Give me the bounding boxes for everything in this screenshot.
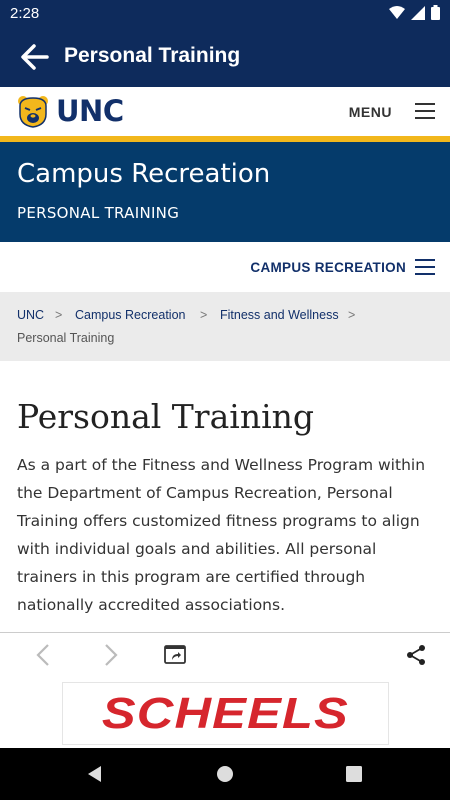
site-header: UNC MENU <box>0 87 450 136</box>
scheels-ad-banner[interactable]: SCHEELS <box>62 682 389 745</box>
ad-text: SCHEELS <box>101 688 350 738</box>
page-heading: Personal Training <box>17 397 314 436</box>
share-icon[interactable] <box>404 643 428 667</box>
android-navigation-bar <box>0 748 450 800</box>
section-nav[interactable]: CAMPUS RECREATION <box>0 242 450 292</box>
browser-forward-icon[interactable] <box>98 643 122 667</box>
section-nav-label[interactable]: CAMPUS RECREATION <box>250 260 406 275</box>
status-icons <box>389 5 440 20</box>
signal-icon <box>411 5 425 20</box>
bear-mascot-icon <box>18 96 48 128</box>
unc-logo[interactable]: UNC <box>16 91 176 131</box>
hamburger-menu-icon[interactable] <box>414 100 436 122</box>
status-time: 2:28 <box>10 5 40 22</box>
status-bar: 2:28 <box>0 0 450 27</box>
breadcrumb-current: Personal Training <box>17 331 115 345</box>
breadcrumb-separator: > <box>55 308 63 322</box>
battery-icon <box>431 5 440 20</box>
breadcrumb-campus-recreation[interactable]: Campus Recreation <box>75 308 185 322</box>
breadcrumb-unc[interactable]: UNC <box>17 308 44 322</box>
logo-text: UNC <box>56 94 124 128</box>
breadcrumb-separator: > <box>200 308 208 322</box>
menu-button-label[interactable]: MENU <box>349 104 392 120</box>
app-bar: Personal Training <box>0 27 450 87</box>
section-menu-icon[interactable] <box>414 256 436 278</box>
hero-subtitle: PERSONAL TRAINING <box>17 204 180 222</box>
breadcrumb-separator: > <box>348 308 356 322</box>
ad-area: SCHEELS <box>0 677 450 748</box>
breadcrumb-fitness-wellness[interactable]: Fitness and Wellness <box>220 308 339 322</box>
wifi-icon <box>389 5 405 19</box>
browser-toolbar <box>0 632 450 679</box>
back-arrow-icon[interactable] <box>20 43 50 71</box>
main-content: Personal Training As a part of the Fitne… <box>0 361 450 632</box>
system-home-icon[interactable] <box>216 765 234 783</box>
app-title: Personal Training <box>64 44 241 67</box>
system-back-icon[interactable] <box>86 765 104 783</box>
breadcrumb: UNC > Campus Recreation > Fitness and We… <box>0 292 450 361</box>
system-recents-icon[interactable] <box>345 765 363 783</box>
hero-banner: Campus Recreation PERSONAL TRAINING <box>0 142 450 242</box>
hero-title: Campus Recreation <box>17 159 271 189</box>
browser-back-icon[interactable] <box>32 643 56 667</box>
body-paragraph: As a part of the Fitness and Wellness Pr… <box>17 456 426 614</box>
open-in-browser-icon[interactable] <box>163 643 187 667</box>
